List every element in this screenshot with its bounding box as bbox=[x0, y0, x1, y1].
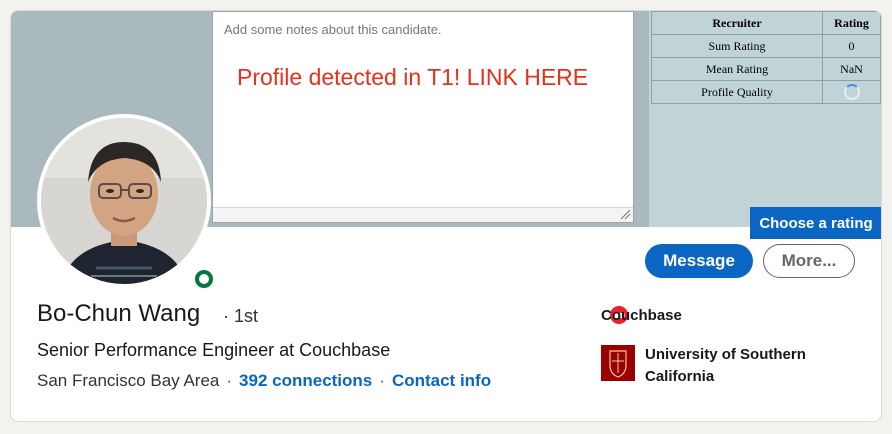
notes-placeholder: Add some notes about this candidate. bbox=[224, 22, 442, 37]
table-row: Sum Rating 0 bbox=[651, 34, 881, 58]
sum-rating-label: Sum Rating bbox=[651, 34, 823, 58]
connections-link[interactable]: 392 connections bbox=[239, 371, 372, 390]
profile-meta-line: San Francisco Bay Area · 392 connections · C… bbox=[37, 371, 491, 391]
avatar[interactable] bbox=[37, 114, 219, 294]
profile-name: Bo-Chun Wang bbox=[37, 300, 201, 327]
rating-header-rating: Rating bbox=[822, 11, 881, 35]
connection-degree: · 1st bbox=[223, 306, 259, 326]
profile-quality-value bbox=[822, 80, 881, 104]
online-dot-icon bbox=[195, 270, 213, 288]
loading-spinner-icon bbox=[843, 84, 860, 101]
online-status-badge bbox=[189, 264, 219, 294]
profile-card: Add some notes about this candidate. Pro… bbox=[10, 10, 882, 422]
separator-dot: · bbox=[226, 371, 233, 390]
current-company[interactable]: Couchbase bbox=[601, 307, 682, 324]
more-button[interactable]: More... bbox=[763, 244, 855, 278]
school-name[interactable]: University of Southern California bbox=[645, 344, 835, 388]
notes-scrollbar[interactable] bbox=[213, 207, 633, 222]
usc-logo-icon[interactable] bbox=[601, 345, 635, 381]
notes-textarea[interactable]: Add some notes about this candidate. Pro… bbox=[212, 11, 634, 223]
table-row: Profile Quality bbox=[651, 80, 881, 104]
table-row: Mean Rating NaN bbox=[651, 57, 881, 81]
profile-headline: Senior Performance Engineer at Couchbase bbox=[37, 340, 391, 360]
mean-rating-value: NaN bbox=[822, 57, 881, 81]
profile-photo bbox=[41, 118, 207, 284]
mean-rating-label: Mean Rating bbox=[651, 57, 823, 81]
profile-quality-label: Profile Quality bbox=[651, 80, 823, 104]
resize-handle-icon[interactable] bbox=[619, 208, 631, 220]
message-button[interactable]: Message bbox=[645, 244, 753, 278]
rating-table: Recruiter Rating Sum Rating 0 Mean Ratin… bbox=[651, 11, 881, 104]
choose-rating-button[interactable]: Choose a rating bbox=[750, 207, 881, 239]
sum-rating-value: 0 bbox=[822, 34, 881, 58]
rating-header-recruiter: Recruiter bbox=[651, 11, 823, 35]
profile-location: San Francisco Bay Area bbox=[37, 371, 220, 390]
contact-info-link[interactable]: Contact info bbox=[392, 371, 491, 390]
rating-panel: Recruiter Rating Sum Rating 0 Mean Ratin… bbox=[649, 11, 881, 227]
profile-detected-link[interactable]: Profile detected in T1! LINK HERE bbox=[237, 64, 588, 91]
separator-dot: · bbox=[379, 371, 385, 390]
